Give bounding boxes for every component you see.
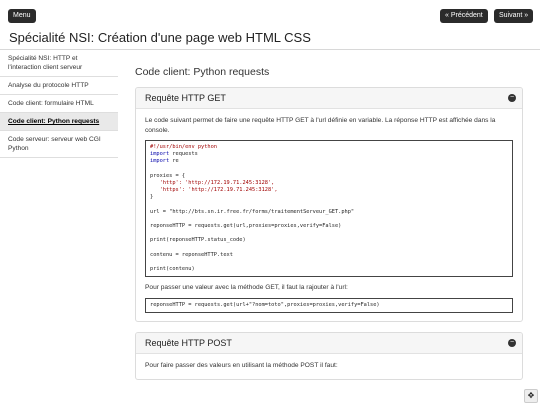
panel-http-get: Requête HTTP GET − Le code suivant perme… — [135, 87, 523, 323]
panel-get-intro: Le code suivant permet de faire une requ… — [145, 117, 496, 134]
sidebar: Spécialité NSI: HTTP et l'interaction cl… — [0, 50, 118, 158]
code-line: import requests — [150, 151, 198, 158]
code-line: #!/usr/bin/env python — [150, 144, 217, 150]
code-line: proxies = { — [150, 172, 186, 179]
panel-get-note: Pour passer une valeur avec la méthode G… — [145, 284, 348, 292]
puzzle-icon[interactable]: ✥ — [524, 389, 538, 403]
page-title: Spécialité NSI: Création d'une page web … — [9, 30, 311, 45]
minus-circle-icon[interactable]: − — [508, 94, 516, 102]
panel-get-header[interactable]: Requête HTTP GET − — [136, 88, 522, 109]
code-line: print(contenu) — [150, 266, 195, 273]
panel-http-post: Requête HTTP POST − Pour faire passer de… — [135, 332, 523, 380]
sidebar-item-cgi-server[interactable]: Code serveur: serveur web CGI Python — [0, 131, 118, 158]
panel-post-intro: Pour faire passer des valeurs en utilisa… — [145, 362, 338, 370]
code-line: 'https': 'http://172.19.71.245:3128', — [150, 187, 278, 194]
code-block-get: #!/usr/bin/env python import requests impo… — [145, 140, 513, 278]
code-line: contenu = reponseHTTP.text — [150, 251, 233, 258]
panel-post-header[interactable]: Requête HTTP POST − — [136, 333, 522, 355]
code-line: print(reponseHTTP.status_code) — [150, 237, 246, 244]
panel-post-title: Requête HTTP POST — [145, 338, 232, 349]
code-line: reponseHTTP = requests.get(url+"?nom=tot… — [150, 301, 380, 308]
sidebar-item-python-requests[interactable]: Code client: Python requests — [0, 113, 118, 131]
sidebar-item-http-interaction[interactable]: Spécialité NSI: HTTP et l'interaction cl… — [0, 50, 118, 77]
code-line: } — [150, 194, 154, 201]
code-line: url = "http://bts.sn.ir.free.fr/forms/tr… — [150, 208, 355, 215]
previous-button[interactable]: « Précédent — [440, 9, 488, 23]
section-heading: Code client: Python requests — [135, 66, 270, 78]
code-line: 'http': 'http://172.19.71.245:3128', — [150, 179, 275, 186]
menu-button[interactable]: Menu — [8, 9, 36, 23]
next-button[interactable]: Suivant » — [494, 9, 534, 23]
panel-get-title: Requête HTTP GET — [145, 93, 226, 103]
code-line: reponseHTTP = requests.get(url,proxies=p… — [150, 223, 342, 230]
sidebar-item-http-analysis[interactable]: Analyse du protocole HTTP — [0, 77, 118, 95]
minus-circle-icon[interactable]: − — [508, 339, 516, 348]
main-content: Code client: Python requests Requête HTT… — [135, 66, 523, 390]
sidebar-item-html-form[interactable]: Code client: formulaire HTML — [0, 95, 118, 113]
code-line: import re — [150, 158, 179, 165]
code-block-get-params: reponseHTTP = requests.get(url+"?nom=tot… — [145, 297, 513, 314]
